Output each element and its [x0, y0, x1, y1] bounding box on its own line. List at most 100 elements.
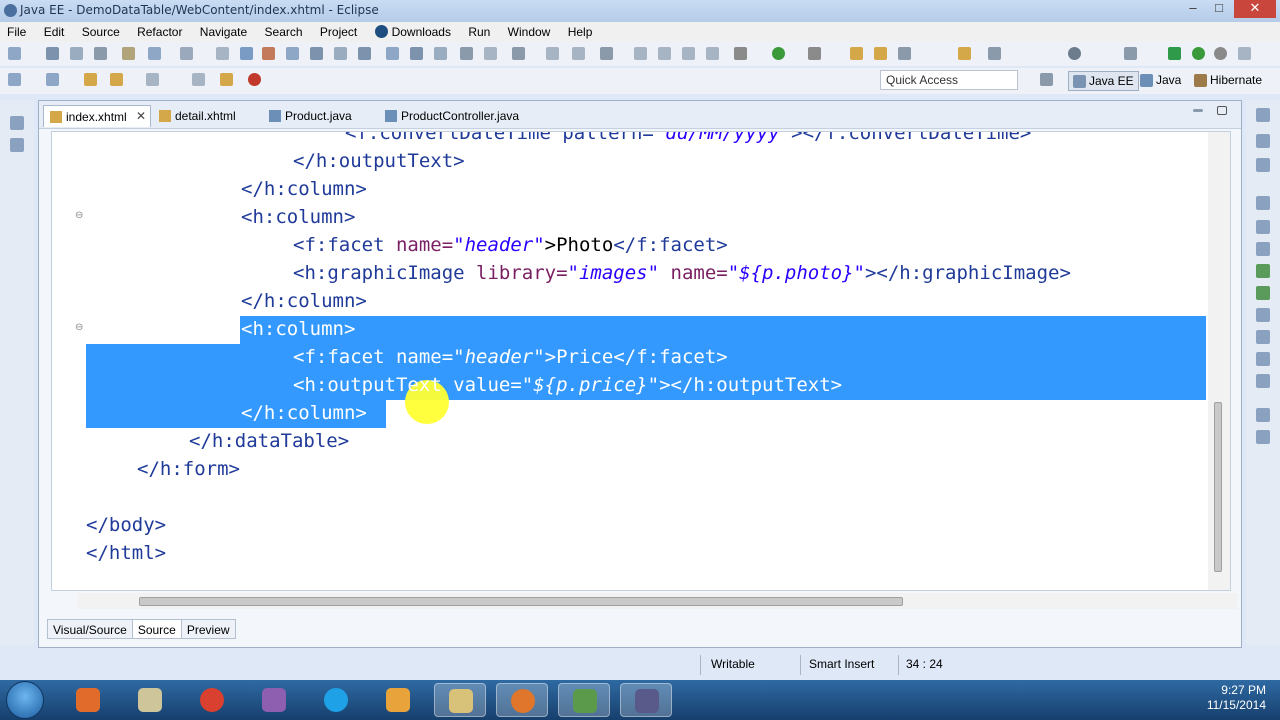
- menu-window[interactable]: Window: [501, 22, 558, 39]
- ruler-icon[interactable]: [434, 47, 447, 60]
- crop-icon[interactable]: [484, 47, 497, 60]
- forward-arrow-icon[interactable]: [146, 73, 159, 86]
- server-icon[interactable]: [988, 47, 1001, 60]
- pointer-icon[interactable]: [460, 47, 473, 60]
- system-clock[interactable]: 9:27 PM 11/15/2014: [1180, 683, 1266, 713]
- taskbar-outlook[interactable]: [372, 683, 424, 717]
- task-list-icon[interactable]: [1256, 158, 1270, 172]
- globe-icon[interactable]: [1068, 47, 1081, 60]
- perspective-java[interactable]: Java: [1136, 71, 1185, 91]
- console-view-icon[interactable]: [1256, 330, 1270, 344]
- search-view-icon[interactable]: [1256, 374, 1270, 388]
- grid-icon[interactable]: [310, 47, 323, 60]
- open-type-icon[interactable]: [148, 47, 161, 60]
- source-editor[interactable]: ⊖ ⊖ <f:convertDateTime pattern="dd/MM/yy…: [51, 131, 1231, 591]
- save-all-icon[interactable]: [70, 47, 83, 60]
- perspective-java-ee[interactable]: Java EE: [1068, 71, 1139, 91]
- search-tool-icon[interactable]: [898, 47, 911, 60]
- suspend-icon[interactable]: [658, 47, 671, 60]
- start-server-icon[interactable]: [1168, 47, 1181, 60]
- taskbar-firefox[interactable]: [496, 683, 548, 717]
- restore-right-icon[interactable]: [1256, 108, 1270, 122]
- format-icon[interactable]: [216, 47, 229, 60]
- hand-icon[interactable]: [1238, 47, 1251, 60]
- tab-preview[interactable]: Preview: [180, 619, 236, 639]
- tab-product-java[interactable]: Product.java: [263, 105, 360, 127]
- list-icon[interactable]: [410, 47, 423, 60]
- restore-bottom-icon[interactable]: [1256, 408, 1270, 422]
- build-icon[interactable]: [122, 47, 135, 60]
- menu-file[interactable]: File: [0, 22, 33, 39]
- table-icon[interactable]: [286, 47, 299, 60]
- back-icon[interactable]: [84, 73, 97, 86]
- prev-annotation-icon[interactable]: [46, 73, 59, 86]
- taskbar-chrome[interactable]: [186, 683, 238, 717]
- servers-icon[interactable]: [1256, 264, 1270, 278]
- menu-help[interactable]: Help: [561, 22, 600, 39]
- taskbar-explorer[interactable]: [434, 683, 486, 717]
- taskbar-skype[interactable]: [310, 683, 362, 717]
- close-button[interactable]: ✕: [1234, 0, 1276, 18]
- snippets-icon[interactable]: [1256, 308, 1270, 322]
- tab-detail-xhtml[interactable]: detail.xhtml: [153, 105, 244, 127]
- tab-productcontroller-java[interactable]: ProductController.java: [379, 105, 527, 127]
- menu-downloads[interactable]: Downloads: [368, 22, 458, 39]
- new-folder-icon[interactable]: [874, 47, 887, 60]
- menu-navigate[interactable]: Navigate: [193, 22, 254, 39]
- horizontal-scroll-thumb[interactable]: [139, 597, 903, 606]
- maximize-editor-icon[interactable]: [1217, 106, 1227, 115]
- project-explorer-icon[interactable]: [10, 138, 24, 152]
- new-icon[interactable]: [8, 47, 21, 60]
- vertical-scrollbar[interactable]: [1208, 132, 1230, 590]
- taskbar-app[interactable]: [248, 683, 300, 717]
- vertical-scroll-thumb[interactable]: [1214, 402, 1222, 572]
- horizontal-scrollbar[interactable]: [77, 593, 1237, 609]
- open-folder-icon[interactable]: [850, 47, 863, 60]
- image-icon[interactable]: [386, 47, 399, 60]
- tool-icon[interactable]: [180, 47, 193, 60]
- maximize-button[interactable]: □: [1206, 0, 1232, 18]
- properties-icon[interactable]: [1256, 242, 1270, 256]
- terminate-icon[interactable]: [682, 47, 695, 60]
- fold-marker[interactable]: ⊖: [75, 210, 83, 221]
- taskbar-eclipse[interactable]: [620, 683, 672, 717]
- print-icon[interactable]: [94, 47, 107, 60]
- brush-icon[interactable]: [220, 73, 233, 86]
- step-icon[interactable]: [706, 47, 719, 60]
- resume-icon[interactable]: [634, 47, 647, 60]
- open-perspective-icon[interactable]: [1040, 73, 1053, 86]
- debug-icon[interactable]: [734, 47, 747, 60]
- pin-icon[interactable]: [192, 73, 205, 86]
- start-button[interactable]: [6, 681, 44, 719]
- link-icon[interactable]: [512, 47, 525, 60]
- frame-icon[interactable]: [334, 47, 347, 60]
- undo-icon[interactable]: [546, 47, 559, 60]
- save-icon[interactable]: [46, 47, 59, 60]
- stop-server-icon[interactable]: [1214, 47, 1227, 60]
- minimize-editor-icon[interactable]: [1193, 109, 1203, 112]
- package-icon[interactable]: [958, 47, 971, 60]
- tab-index-xhtml[interactable]: index.xhtml ✕: [43, 105, 151, 127]
- perspective-hibernate[interactable]: Hibernate: [1190, 71, 1266, 91]
- menu-edit[interactable]: Edit: [37, 22, 72, 39]
- form-icon[interactable]: [358, 47, 371, 60]
- taskbar-media-player[interactable]: [62, 683, 114, 717]
- publish-icon[interactable]: [1192, 47, 1205, 60]
- markers-icon[interactable]: [1256, 220, 1270, 234]
- back-arrow-icon[interactable]: [110, 73, 123, 86]
- fold-marker[interactable]: ⊖: [75, 322, 83, 333]
- next-annotation-icon[interactable]: [8, 73, 21, 86]
- menu-source[interactable]: Source: [75, 22, 127, 39]
- prev-edit-icon[interactable]: [600, 47, 613, 60]
- menu-run[interactable]: Run: [461, 22, 497, 39]
- palette-icon[interactable]: [1256, 430, 1270, 444]
- menu-project[interactable]: Project: [313, 22, 364, 39]
- outline-icon[interactable]: [1256, 134, 1270, 148]
- taskbar-tool[interactable]: [558, 683, 610, 717]
- tab-visual-source[interactable]: Visual/Source: [47, 619, 133, 639]
- menu-refactor[interactable]: Refactor: [130, 22, 189, 39]
- redo-icon[interactable]: [572, 47, 585, 60]
- markup-icon[interactable]: [240, 47, 253, 60]
- taskbar-libraries[interactable]: [124, 683, 176, 717]
- minimize-button[interactable]: –: [1180, 0, 1206, 18]
